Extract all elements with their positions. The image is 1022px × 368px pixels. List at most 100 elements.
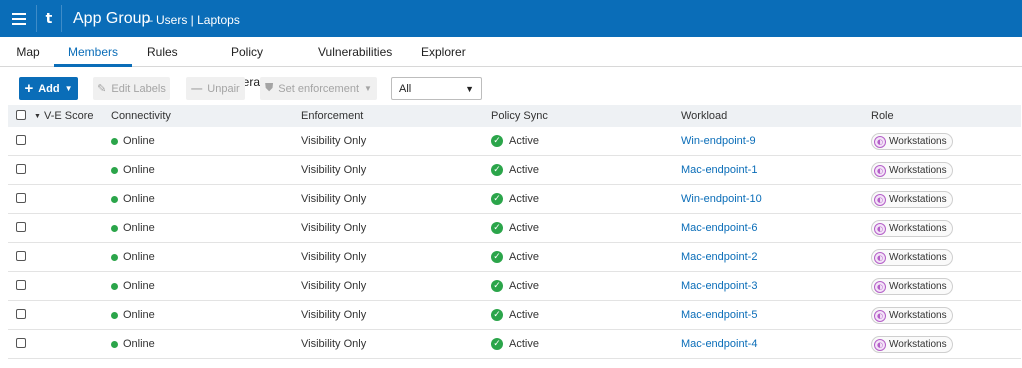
table-row[interactable]: Online Visibility Only ✓ Active Win-endpo… [8, 127, 1021, 156]
role-badge: ◐ Workstations [871, 133, 953, 150]
tab-map[interactable]: Map [16, 37, 40, 67]
tab-rules[interactable]: Rules [147, 37, 178, 67]
pencil-icon: ✎ [97, 83, 107, 95]
app-logo[interactable]: t [37, 0, 61, 37]
tab-policy-generator[interactable]: Policy Generator [204, 37, 290, 89]
connectivity-value: Online [123, 280, 155, 292]
online-status-icon [111, 166, 118, 174]
workload-link[interactable]: Win-endpoint-10 [681, 185, 762, 214]
connectivity-value: Online [123, 193, 155, 205]
logo-icon: t [45, 10, 53, 27]
online-status-icon [111, 137, 118, 145]
row-checkbox[interactable] [16, 251, 26, 264]
role-icon: ◐ [874, 222, 886, 235]
online-status-icon [111, 340, 118, 348]
active-tab-indicator [54, 64, 132, 67]
role-value: Workstations [889, 252, 947, 263]
policy-sync-value: Active [509, 338, 539, 350]
workload-column-header[interactable]: Workload [681, 105, 727, 127]
policy-sync-column-header[interactable]: Policy Sync [491, 105, 548, 127]
online-status-icon [111, 195, 118, 203]
connectivity-cell: Online [111, 243, 155, 272]
role-badge: ◐ Workstations [871, 191, 953, 208]
workload-link[interactable]: Win-endpoint-9 [681, 127, 756, 156]
connectivity-value: Online [123, 135, 155, 147]
connectivity-value: Online [123, 309, 155, 321]
check-circle-icon: ✓ [491, 164, 503, 177]
set-enforcement-button[interactable]: ⛊ Set enforcement ▼ [260, 77, 377, 100]
add-button[interactable]: + Add ▼ [19, 77, 78, 100]
check-circle-icon: ✓ [491, 193, 503, 206]
table-row[interactable]: Online Visibility Only ✓ Active Mac-endpo… [8, 301, 1021, 330]
table-row[interactable]: Online Visibility Only ✓ Active Mac-endpo… [8, 214, 1021, 243]
tab-bar: Map Members Rules Policy Generator Vulne… [0, 37, 1022, 89]
workload-link[interactable]: Mac-endpoint-1 [681, 156, 757, 185]
role-badge: ◐ Workstations [871, 162, 953, 179]
tab-members[interactable]: Members [54, 37, 132, 67]
policy-sync-cell: ✓ Active [491, 185, 539, 214]
role-value: Workstations [889, 339, 947, 350]
role-value: Workstations [889, 223, 947, 234]
workload-link[interactable]: Mac-endpoint-2 [681, 243, 757, 272]
policy-sync-value: Active [509, 135, 539, 147]
policy-sync-cell: ✓ Active [491, 214, 539, 243]
sort-desc-icon: ▼ [34, 113, 41, 120]
enforcement-cell: Visibility Only [301, 338, 367, 350]
page-title: App Group [73, 10, 151, 27]
role-badge: ◐ Workstations [871, 249, 953, 266]
filter-select[interactable]: All ▼ [391, 77, 482, 100]
role-badge: ◐ Workstations [871, 336, 953, 353]
row-checkbox[interactable] [16, 280, 26, 293]
role-icon: ◐ [874, 251, 886, 264]
unpair-button[interactable]: — Unpair [186, 77, 245, 100]
role-badge: ◐ Workstations [871, 278, 953, 295]
policy-sync-cell: ✓ Active [491, 243, 539, 272]
ve-score-column-header[interactable]: ▼ V-E Score [34, 105, 94, 127]
workload-link[interactable]: Mac-endpoint-5 [681, 301, 757, 330]
chevron-down-icon: ▼ [465, 83, 474, 94]
role-column-header[interactable]: Role [871, 105, 894, 127]
row-checkbox[interactable] [16, 338, 26, 351]
table-header: ▼ V-E Score Connectivity Enforcement Pol… [8, 105, 1021, 127]
row-checkbox[interactable] [16, 222, 26, 235]
workload-link[interactable]: Mac-endpoint-4 [681, 330, 757, 359]
role-value: Workstations [889, 194, 947, 205]
ve-score-column-label: V-E Score [44, 110, 94, 122]
enforcement-cell: Visibility Only [301, 251, 367, 263]
role-icon: ◐ [874, 164, 886, 177]
row-checkbox[interactable] [16, 193, 26, 206]
policy-sync-value: Active [509, 222, 539, 234]
add-button-label: Add [38, 82, 60, 95]
toolbar: + Add ▼ ✎ Edit Labels — Unpair ⛊ Set enf… [0, 72, 1022, 104]
workload-link[interactable]: Mac-endpoint-6 [681, 214, 757, 243]
table-row[interactable]: Online Visibility Only ✓ Active Mac-endpo… [8, 243, 1021, 272]
role-icon: ◐ [874, 280, 886, 293]
connectivity-column-header[interactable]: Connectivity [111, 105, 171, 127]
workload-link[interactable]: Mac-endpoint-3 [681, 272, 757, 301]
role-badge: ◐ Workstations [871, 307, 953, 324]
top-header: t App Group – Users | Laptops [0, 0, 1022, 37]
edit-labels-button[interactable]: ✎ Edit Labels [93, 77, 170, 100]
online-status-icon [111, 224, 118, 232]
row-checkbox[interactable] [16, 164, 26, 177]
check-circle-icon: ✓ [491, 280, 503, 293]
policy-sync-value: Active [509, 193, 539, 205]
policy-sync-value: Active [509, 280, 539, 292]
select-all-checkbox[interactable] [16, 110, 26, 122]
enforcement-column-header[interactable]: Enforcement [301, 105, 363, 127]
plus-icon: + [24, 80, 34, 97]
table-row[interactable]: Online Visibility Only ✓ Active Win-endpo… [8, 185, 1021, 214]
page-subtitle: – Users | Laptops [146, 13, 240, 27]
header-divider [61, 5, 62, 32]
enforcement-cell: Visibility Only [301, 164, 367, 176]
connectivity-cell: Online [111, 330, 155, 359]
table-row[interactable]: Online Visibility Only ✓ Active Mac-endpo… [8, 156, 1021, 185]
table-row[interactable]: Online Visibility Only ✓ Active Mac-endpo… [8, 272, 1021, 301]
row-checkbox[interactable] [16, 135, 26, 148]
hamburger-menu-icon[interactable] [12, 12, 26, 25]
row-checkbox[interactable] [16, 309, 26, 322]
tab-explorer[interactable]: Explorer [421, 37, 466, 67]
table-row[interactable]: Online Visibility Only ✓ Active Mac-endpo… [8, 330, 1021, 359]
tab-vulnerabilities[interactable]: Vulnerabilities [318, 37, 392, 67]
set-enforcement-label: Set enforcement [278, 82, 360, 95]
